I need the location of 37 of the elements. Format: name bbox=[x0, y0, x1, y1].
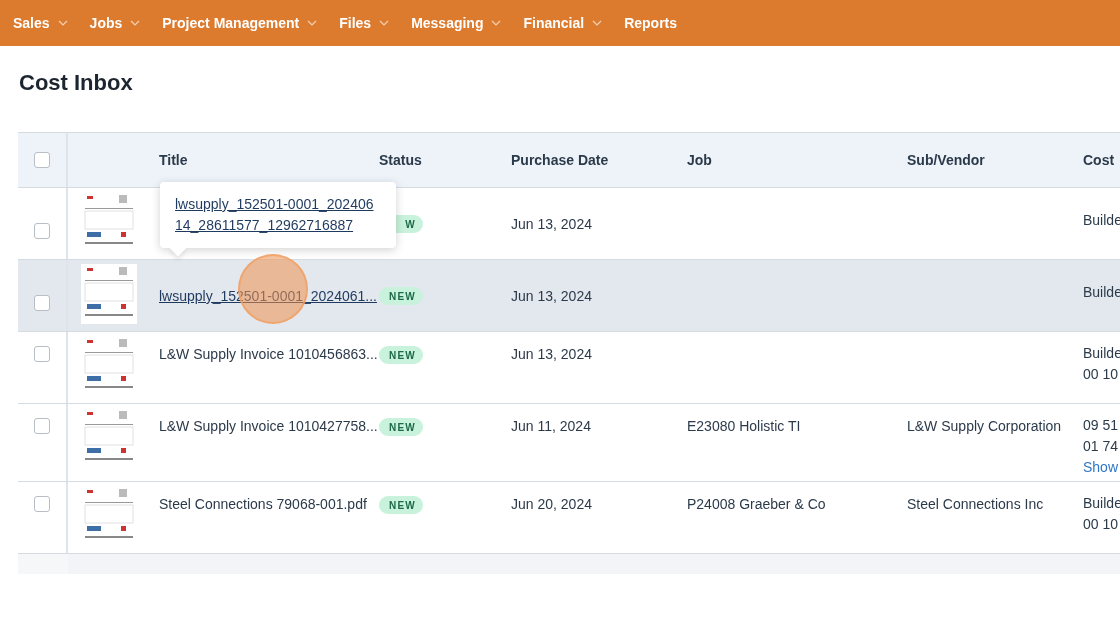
checkbox[interactable] bbox=[34, 496, 50, 512]
column-header[interactable]: Purchase Date bbox=[511, 152, 609, 168]
file-title: L&W Supply Invoice 1010427758... bbox=[159, 418, 378, 434]
date-text: Jun 11, 2024 bbox=[511, 418, 591, 434]
status-badge: NEW bbox=[379, 418, 423, 436]
cost-code-text: 09 51 bbox=[1083, 416, 1120, 435]
cost-code-text: 00 10 bbox=[1083, 365, 1120, 384]
file-title: Steel Connections 79068-001.pdf bbox=[159, 496, 367, 512]
cost-code-text: 00 10 bbox=[1083, 515, 1120, 534]
status-badge: NEW bbox=[379, 286, 423, 305]
vendor-text: Steel Connections Inc bbox=[907, 496, 1044, 512]
status-badge: NEW bbox=[379, 346, 423, 364]
checkbox[interactable] bbox=[34, 222, 50, 239]
tooltip-link[interactable]: lwsupply_152501-0001_20240614_28611577_12962716887 bbox=[175, 194, 381, 236]
page-title: Cost Inbox bbox=[19, 70, 133, 96]
checkbox[interactable] bbox=[34, 294, 50, 311]
table-row[interactable]: L&W Supply Invoice 1010427758... NEW Jun 11, 2024 E23080 Holistic TI L&W Supply Corporation 09 51 01 74 Show bbox=[18, 404, 1120, 482]
job-text: E23080 Holistic TI bbox=[687, 418, 801, 434]
column-header[interactable]: Sub/Vendor bbox=[907, 152, 985, 168]
checkbox[interactable] bbox=[34, 418, 50, 434]
status-badge: NEW bbox=[379, 496, 423, 514]
date-text: Jun 13, 2024 bbox=[511, 346, 592, 362]
show-link[interactable]: Show bbox=[1083, 459, 1119, 475]
document-thumbnail[interactable] bbox=[81, 264, 137, 324]
checkbox[interactable] bbox=[34, 152, 50, 168]
vendor-text: L&W Supply Corporation bbox=[907, 418, 1062, 434]
date-text: Jun 20, 2024 bbox=[511, 496, 592, 512]
column-header[interactable]: Status bbox=[379, 152, 422, 168]
date-text: Jun 13, 2024 bbox=[511, 215, 592, 232]
column-header[interactable]: Job bbox=[687, 152, 712, 168]
file-title: L&W Supply Invoice 1010456863... bbox=[159, 346, 378, 362]
column-header[interactable]: Title bbox=[159, 152, 188, 168]
cost-code-text: 01 74 bbox=[1083, 437, 1120, 456]
date-text: Jun 13, 2024 bbox=[511, 287, 592, 304]
column-header[interactable]: Cost bbox=[1083, 152, 1115, 168]
checkbox[interactable] bbox=[34, 346, 50, 362]
job-text: P24008 Graeber & Co bbox=[687, 496, 826, 512]
